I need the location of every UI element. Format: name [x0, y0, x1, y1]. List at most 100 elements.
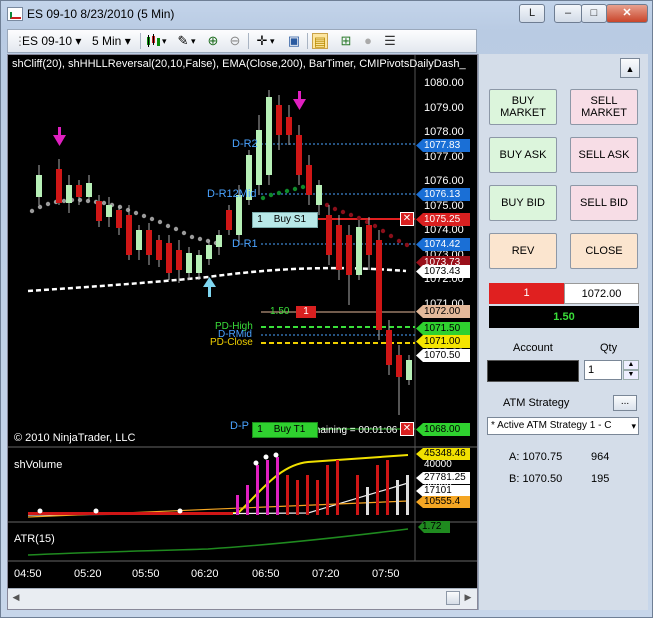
minimize-button[interactable]: –	[554, 4, 582, 23]
atr-value-tag: 1.72	[418, 521, 450, 533]
pd-close-label: PD-Close	[210, 337, 253, 348]
pivot-r2-label: D-R2	[232, 138, 258, 150]
link-button[interactable]: L	[519, 4, 545, 23]
buy-bid-button[interactable]: BUY BID	[489, 185, 557, 221]
copyright-text: © 2010 NinjaTrader, LLC	[14, 432, 136, 444]
price-tag: 1071.00	[416, 335, 470, 348]
buy-s1-order[interactable]: 1 Buy S1	[252, 212, 318, 228]
qty-label: Qty	[600, 342, 618, 354]
position-pnl-label: 1.50	[270, 306, 290, 317]
qty-down-icon[interactable]: ▼	[623, 370, 639, 380]
buy-ask-button[interactable]: BUY ASK	[489, 137, 557, 173]
indicators-icon[interactable]: ⊞	[338, 33, 354, 49]
bid-price-label: B: 1070.50	[509, 473, 563, 485]
buy-t1-qty: 1	[257, 424, 263, 435]
quantity-input[interactable]: 1	[584, 360, 622, 380]
app-chart-icon	[7, 7, 23, 21]
interval-label: 5 Min	[92, 34, 122, 48]
sell-ask-button[interactable]: SELL ASK	[570, 137, 638, 173]
position-qty-marker[interactable]: 1	[296, 306, 316, 318]
atm-dropdown-icon: ▾	[631, 421, 636, 431]
price-tick: 1080.00	[424, 77, 464, 89]
buy-s1-qty: 1	[257, 214, 263, 225]
crosshair-dropdown-icon[interactable]: ▾	[270, 33, 275, 49]
zoom-out-icon[interactable]: ⊖	[227, 33, 243, 49]
price-tick: 1075.00	[424, 199, 464, 212]
scroll-thumb[interactable]	[446, 591, 460, 605]
time-label: 07:50	[372, 568, 400, 580]
time-label: 07:20	[312, 568, 340, 580]
sell-bid-button[interactable]: SELL BID	[570, 185, 638, 221]
volume-panel-title: shVolume	[14, 459, 63, 471]
sell-market-button[interactable]: SELL MARKET	[570, 89, 638, 125]
title-bar: ES 09-10 8/23/2010 (5 Min) L – □ ✕	[1, 1, 652, 27]
pivot-r1-label: D-R1	[232, 238, 258, 250]
account-selector[interactable]	[487, 360, 579, 382]
instrument-dropdown-icon: ▾	[75, 34, 82, 48]
buy-s1-label: Buy S1	[273, 214, 307, 225]
pivot-dp-label: D-P	[230, 420, 249, 432]
bar-style-icon[interactable]	[145, 33, 161, 49]
buy-market-button[interactable]: BUY MARKET	[489, 89, 557, 125]
account-label: Account	[513, 342, 553, 354]
chart-toolbar: ⋮ ES 09-10 ▾ 5 Min ▾ ▾ ✎ ▾ ⊕ ⊖ ✛ ▾ ▣ ▤ ⊞…	[7, 29, 477, 53]
instrument-selector[interactable]: ES 09-10 ▾	[22, 33, 81, 49]
crosshair-icon[interactable]: ✛	[254, 33, 270, 49]
price-chart-area[interactable]: shCliff(20), shHHLLReversal(20,10,False)…	[7, 54, 478, 610]
bar-timer-text: maining = 00:01:06	[312, 425, 398, 436]
interval-selector[interactable]: 5 Min ▾	[92, 33, 131, 49]
position-avg-price: 1072.00	[564, 283, 639, 304]
time-label: 06:20	[191, 568, 219, 580]
qty-up-icon[interactable]: ▲	[623, 360, 639, 370]
volume-value-tag: 27781.25	[416, 472, 470, 484]
properties-icon[interactable]: ▣	[286, 33, 302, 49]
reverse-button[interactable]: REV	[489, 233, 557, 269]
toolbar-separator	[307, 33, 308, 49]
atm-strategy-value: * Active ATM Strategy 1 - C	[491, 420, 612, 431]
close-window-button[interactable]: ✕	[606, 4, 648, 23]
pencil-icon[interactable]: ✎	[175, 33, 191, 49]
volume-tick-40000: 40000	[424, 459, 452, 470]
scroll-right-icon[interactable]: ▶	[462, 592, 474, 604]
atr-panel-title: ATR(15)	[14, 533, 55, 545]
price-tick: 1078.00	[424, 126, 464, 138]
volume-value-tag: 45348.46	[416, 448, 470, 460]
price-tag: 1068.00	[416, 423, 470, 436]
bar-style-dropdown-icon[interactable]: ▾	[162, 33, 167, 49]
close-position-button[interactable]: CLOSE	[570, 233, 638, 269]
cancel-buy-s1-icon[interactable]: ✕	[400, 212, 414, 226]
atm-strategy-label: ATM Strategy	[503, 397, 570, 409]
strategy-icon[interactable]: ●	[360, 33, 376, 49]
scroll-left-icon[interactable]: ◀	[10, 592, 22, 604]
time-label: 04:50	[14, 568, 42, 580]
instrument-label: ES 09-10	[22, 34, 73, 48]
volume-value-tag: 17101	[416, 485, 470, 497]
price-tag: 1070.50	[416, 349, 470, 362]
chart-window: ES 09-10 8/23/2010 (5 Min) L – □ ✕ ⋮ ES …	[0, 0, 653, 618]
position-quantity: 1	[489, 283, 564, 304]
price-tag: 1073.43	[416, 265, 470, 278]
price-tick: 1076.00	[424, 175, 464, 187]
interval-dropdown-icon: ▾	[124, 34, 131, 48]
buy-t1-order[interactable]: 1 Buy T1	[252, 422, 318, 438]
price-tick: 1077.00	[424, 150, 464, 163]
collapse-panel-button[interactable]: ▲	[620, 58, 640, 78]
cancel-buy-t1-icon[interactable]: ✕	[400, 422, 414, 436]
toolbar-separator	[140, 33, 141, 49]
data-box-icon[interactable]: ☰	[382, 33, 398, 49]
maximize-button[interactable]: □	[581, 4, 607, 23]
draw-dropdown-icon[interactable]: ▾	[191, 33, 196, 49]
chart-trader-icon[interactable]: ▤	[312, 33, 328, 49]
price-tick: 1079.00	[424, 101, 464, 114]
pivot-r12mid-label: D-R12Mid	[207, 188, 257, 200]
time-label: 05:20	[74, 568, 102, 580]
price-tag: 1071.50	[416, 322, 470, 335]
chart-scrollbar[interactable]: ◀ ▶	[8, 588, 477, 609]
atm-strategy-more-button[interactable]: ...	[613, 395, 637, 411]
ask-price-label: A: 1070.75	[509, 451, 563, 463]
zoom-in-icon[interactable]: ⊕	[205, 33, 221, 49]
atm-strategy-select[interactable]: * Active ATM Strategy 1 - C ▾	[487, 417, 639, 435]
price-tag: 1077.83	[416, 139, 470, 152]
ask-size: 964	[591, 451, 610, 463]
price-tag: 1075.25	[416, 213, 470, 226]
